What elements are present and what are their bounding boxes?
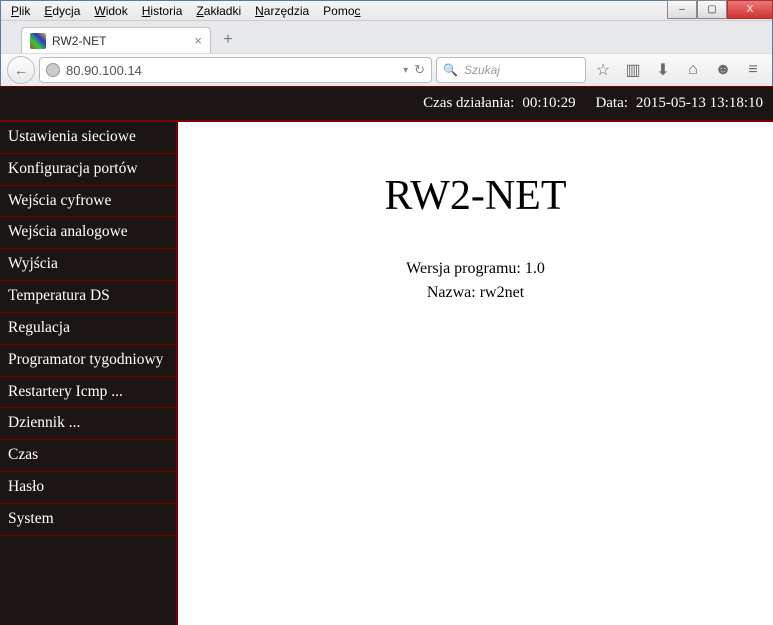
menu-narzedzia[interactable]: Narzędzia [249,3,315,19]
sidebar-item-wejscia-cyfrowe[interactable]: Wejścia cyfrowe [0,186,176,218]
menu-historia[interactable]: Historia [136,3,189,19]
page-content: Czas działania: 00:10:29 Data: 2015-05-1… [0,86,773,625]
top-status-strip: Czas działania: 00:10:29 Data: 2015-05-1… [0,86,773,122]
sidebar-item-system[interactable]: System [0,504,176,536]
sidebar-item-czas[interactable]: Czas [0,440,176,472]
version-label: Wersja programu: [406,260,521,277]
menu-widok[interactable]: Widok [88,3,133,19]
sidebar-item-konfiguracja-portow[interactable]: Konfiguracja portów [0,154,176,186]
chat-icon[interactable]: ☻ [710,57,736,83]
uptime-value: 00:10:29 [522,95,575,112]
date-label: Data: [595,95,627,112]
window-controls: – ▢ X [667,0,773,20]
search-placeholder: Szukaj [464,63,500,77]
menu-plik[interactable]: Plik [5,3,36,19]
home-icon[interactable]: ⌂ [680,57,706,83]
version-line: Wersja programu: 1.0 [178,260,773,278]
library-icon[interactable]: ▥ [620,57,646,83]
sidebar-item-regulacja[interactable]: Regulacja [0,313,176,345]
globe-icon [46,63,60,77]
sidebar-item-wyjscia[interactable]: Wyjścia [0,249,176,281]
date-value: 2015-05-13 13:18:10 [636,95,763,112]
navbar: ← 80.90.100.14 ▾ ↻ 🔍 Szukaj ☆ ▥ ⬇ ⌂ ☻ ≡ [1,53,772,87]
search-bar[interactable]: 🔍 Szukaj [436,57,586,83]
reload-icon[interactable]: ↻ [414,62,425,78]
tab-title: RW2-NET [52,34,188,48]
favicon-icon [30,33,46,49]
version-value: 1.0 [525,260,545,277]
maximize-button[interactable]: ▢ [697,0,727,19]
sidebar-item-ustawienia-sieciowe[interactable]: Ustawienia sieciowe [0,122,176,154]
hamburger-menu-icon[interactable]: ≡ [740,57,766,83]
sidebar-item-temperatura-ds[interactable]: Temperatura DS [0,281,176,313]
page-title: RW2-NET [178,172,773,220]
close-button[interactable]: X [727,0,773,19]
url-text: 80.90.100.14 [66,63,393,78]
url-bar[interactable]: 80.90.100.14 ▾ ↻ [39,57,432,83]
main-panel: RW2-NET Wersja programu: 1.0 Nazwa: rw2n… [178,122,773,625]
downloads-icon[interactable]: ⬇ [650,57,676,83]
url-dropdown-icon[interactable]: ▾ [403,65,408,76]
sidebar-item-programator-tygodniowy[interactable]: Programator tygodniowy [0,345,176,377]
menu-zakladki[interactable]: Zakładki [190,3,247,19]
name-label: Nazwa: [427,284,476,301]
menubar: Plik Edycja Widok Historia Zakładki Narz… [1,1,772,21]
name-line: Nazwa: rw2net [178,284,773,302]
sidebar-item-dziennik[interactable]: Dziennik ... [0,408,176,440]
new-tab-button[interactable]: + [217,30,239,50]
bookmark-star-icon[interactable]: ☆ [590,57,616,83]
back-button[interactable]: ← [7,56,35,84]
arrow-left-icon: ← [14,62,28,78]
minimize-button[interactable]: – [667,0,697,19]
uptime-label: Czas działania: [423,95,514,112]
tab-active[interactable]: RW2-NET × [21,27,211,53]
tabstrip: RW2-NET × + [1,21,772,53]
search-icon: 🔍 [443,63,458,77]
menu-edycja[interactable]: Edycja [38,3,86,19]
menu-pomoc[interactable]: Pomoc [317,3,366,19]
name-value: rw2net [480,284,524,301]
sidebar-item-restartery-icmp[interactable]: Restartery Icmp ... [0,377,176,409]
sidebar-item-wejscia-analogowe[interactable]: Wejścia analogowe [0,217,176,249]
sidebar: Ustawienia sieciowe Konfiguracja portów … [0,122,178,625]
tab-close-icon[interactable]: × [194,33,202,48]
sidebar-item-haslo[interactable]: Hasło [0,472,176,504]
